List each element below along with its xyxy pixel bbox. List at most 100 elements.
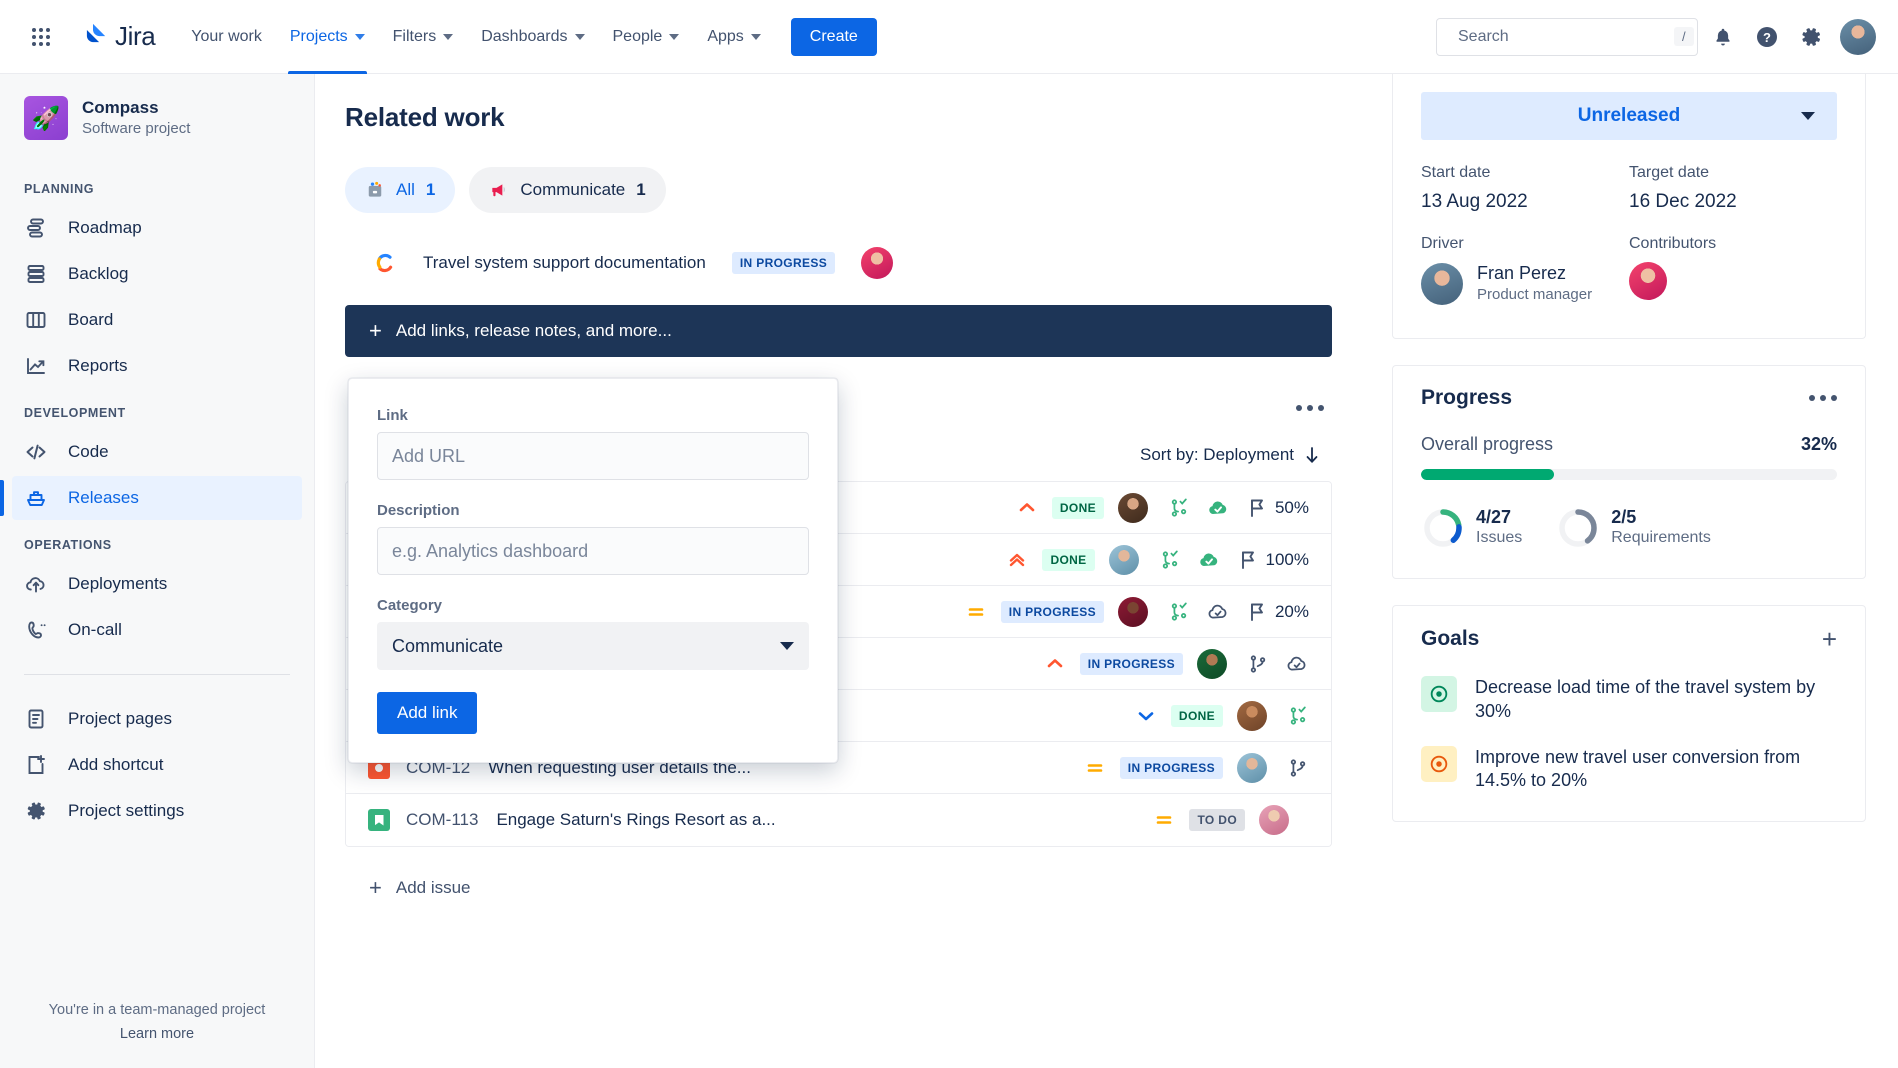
nav-projects[interactable]: Projects: [276, 0, 379, 74]
avatar: [1421, 262, 1463, 305]
branch-icon[interactable]: [1159, 549, 1181, 571]
sidebar-item-board[interactable]: Board: [12, 298, 302, 342]
pages-icon: [28, 709, 44, 729]
releases-ship-icon: [27, 491, 45, 506]
learn-more-link[interactable]: Learn more: [0, 1026, 314, 1042]
table-more-actions-icon[interactable]: [1296, 405, 1324, 411]
add-issue-button[interactable]: + Add issue: [345, 875, 1332, 901]
sidebar-item-releases[interactable]: Releases: [0, 476, 302, 520]
chip-label: Communicate: [520, 180, 626, 199]
priority-highest-icon: [1006, 550, 1028, 570]
add-link-submit-button[interactable]: Add link: [377, 692, 478, 734]
progress-more-actions-icon[interactable]: [1809, 394, 1837, 401]
status-badge: IN PROGRESS: [731, 252, 836, 274]
chevron-down-icon: [1801, 112, 1815, 120]
driver-role: Product manager: [1477, 286, 1593, 304]
help-icon[interactable]: ?: [1748, 18, 1786, 56]
avatar: [1117, 492, 1148, 523]
sidebar-item-reports[interactable]: Reports: [12, 344, 302, 388]
sidebar-item-roadmap[interactable]: Roadmap: [12, 206, 302, 250]
sort-by-control[interactable]: Sort by: Deployment: [1140, 445, 1320, 465]
category-label: Category: [377, 597, 443, 614]
goal-item[interactable]: Decrease load time of the travel system …: [1421, 675, 1837, 724]
start-date-value[interactable]: 13 Aug 2022: [1421, 191, 1629, 213]
sidebar-item-label: Add shortcut: [68, 755, 164, 774]
settings-gear-icon[interactable]: [1792, 18, 1830, 56]
nav-apps[interactable]: Apps: [693, 0, 774, 74]
chip-communicate[interactable]: Communicate 1: [469, 167, 666, 213]
notifications-bell-icon[interactable]: [1704, 18, 1742, 56]
sidebar-item-code[interactable]: Code: [12, 430, 302, 474]
nav-dashboards[interactable]: Dashboards: [467, 0, 598, 74]
release-progress: 50%: [1248, 498, 1309, 518]
code-icon: [26, 444, 46, 460]
dates-row: Start date 13 Aug 2022 Target date 16 De…: [1421, 164, 1837, 213]
status-badge: DONE: [1051, 496, 1104, 519]
app-switcher-icon[interactable]: [22, 18, 60, 56]
project-header[interactable]: Compass Software project: [0, 96, 314, 140]
related-work-item[interactable]: Travel system support documentation IN P…: [345, 247, 1332, 279]
chip-all[interactable]: All 1: [345, 167, 456, 213]
profile-avatar[interactable]: [1840, 18, 1876, 55]
jira-mark-icon: [86, 23, 106, 42]
project-sidebar: Compass Software project PLANNING Roadma…: [0, 74, 315, 1068]
donut-requirements: 2/5 Requirements: [1556, 506, 1711, 550]
jira-release-page: Jira Your work Projects Filters Dashboar…: [0, 0, 1898, 1068]
sidebar-item-project-pages[interactable]: Project pages: [12, 697, 302, 741]
category-selected-value: Communicate: [392, 635, 504, 656]
table-row[interactable]: COM-113 Engage Saturn's Rings Resort as …: [346, 794, 1331, 846]
branch-icon[interactable]: [1247, 653, 1269, 675]
sidebar-item-project-settings[interactable]: Project settings: [12, 789, 302, 833]
create-button[interactable]: Create: [790, 17, 877, 56]
target-date-value[interactable]: 16 Dec 2022: [1629, 191, 1837, 213]
nav-filters[interactable]: Filters: [379, 0, 468, 74]
chip-count: 1: [425, 180, 436, 199]
sidebar-item-add-shortcut[interactable]: Add shortcut: [12, 743, 302, 787]
progress-donuts: 4/27 Issues 2/5 Requirements: [1421, 506, 1837, 550]
sidebar-item-deployments[interactable]: Deployments: [12, 562, 302, 606]
all-box-icon: [368, 181, 382, 197]
requirements-count: 2/5: [1611, 506, 1637, 527]
progress-percent: 100%: [1265, 549, 1309, 569]
category-field-group: Category Communicate: [377, 597, 809, 670]
category-select[interactable]: Communicate: [377, 622, 809, 670]
branch-icon[interactable]: [1168, 601, 1190, 623]
sidebar-item-on-call[interactable]: On-call: [12, 608, 302, 652]
nav-people[interactable]: People: [599, 0, 694, 74]
deployment-cloud-icon[interactable]: [1206, 600, 1230, 624]
goals-card-header: Goals +: [1421, 626, 1837, 652]
sidebar-item-label: Board: [68, 310, 114, 329]
global-search[interactable]: /: [1436, 17, 1698, 56]
add-goal-plus-icon[interactable]: +: [1822, 626, 1837, 652]
overall-progress-percent: 32%: [1800, 433, 1837, 454]
goal-item[interactable]: Improve new travel user conversion from …: [1421, 745, 1837, 794]
branch-icon[interactable]: [1287, 757, 1309, 779]
goal-text: Improve new travel user conversion from …: [1475, 746, 1801, 791]
description-input[interactable]: [377, 527, 809, 575]
chevron-down-icon: [443, 33, 454, 40]
driver-person[interactable]: Fran Perez Product manager: [1421, 262, 1629, 306]
jira-logo[interactable]: Jira: [78, 21, 156, 52]
sidebar-section-planning: PLANNING: [24, 182, 95, 196]
status-badge: TO DO: [1189, 809, 1245, 831]
add-links-button[interactable]: + Add links, release notes, and more...: [345, 305, 1332, 357]
deployment-cloud-icon[interactable]: [1206, 496, 1230, 520]
link-label: Link: [377, 407, 408, 424]
avatar[interactable]: [1629, 262, 1667, 300]
deployment-cloud-icon[interactable]: [1197, 548, 1221, 572]
priority-medium-icon: [1153, 810, 1175, 830]
release-status-dropdown[interactable]: Unreleased: [1421, 92, 1837, 140]
link-url-input[interactable]: [377, 432, 809, 480]
contributors-field: Contributors: [1629, 235, 1837, 306]
search-input[interactable]: [1458, 27, 1665, 46]
nav-label: Your work: [191, 27, 262, 45]
branch-icon[interactable]: [1287, 705, 1309, 727]
overall-progress-bar: [1421, 468, 1837, 480]
sidebar-item-label: Deployments: [68, 574, 168, 593]
branch-icon[interactable]: [1168, 497, 1190, 519]
deployment-cloud-icon[interactable]: [1285, 652, 1309, 676]
overall-progress-fill: [1421, 468, 1555, 480]
nav-your-work[interactable]: Your work: [177, 0, 276, 74]
sidebar-item-backlog[interactable]: Backlog: [12, 252, 302, 296]
issues-label: Issues: [1476, 529, 1523, 547]
